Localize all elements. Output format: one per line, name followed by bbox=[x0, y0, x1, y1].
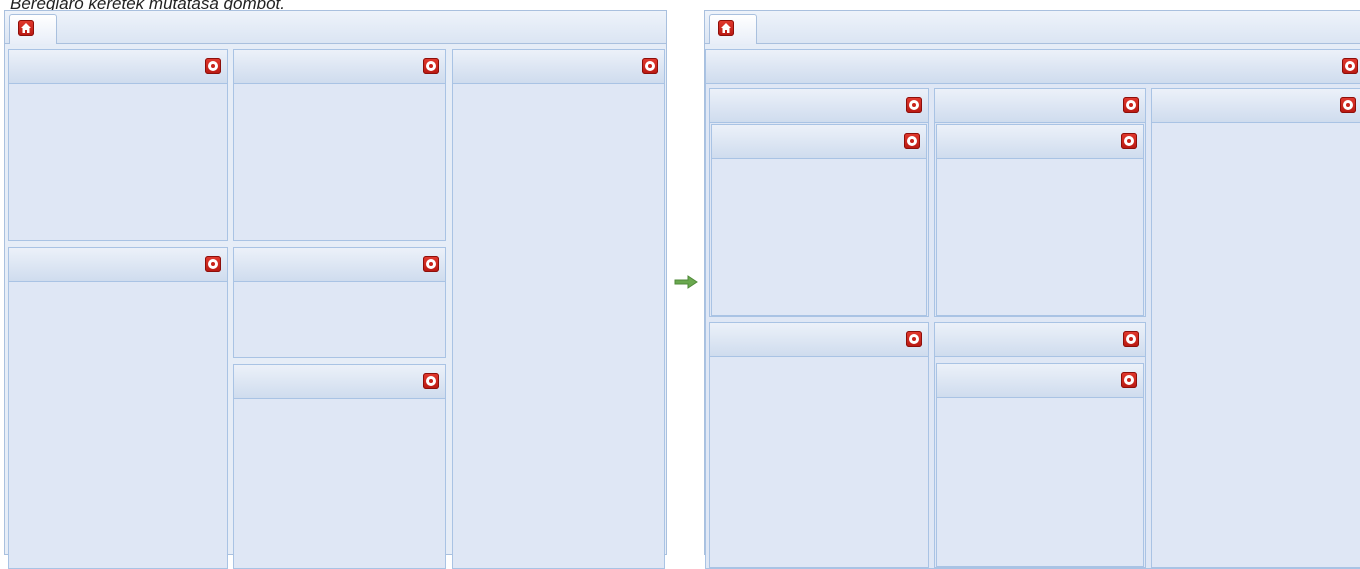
panel-container bbox=[709, 88, 929, 317]
panel-header[interactable] bbox=[9, 50, 227, 84]
tab-home[interactable] bbox=[9, 14, 57, 44]
gear-icon[interactable] bbox=[1123, 331, 1139, 347]
panel-header[interactable] bbox=[935, 89, 1145, 123]
gear-icon[interactable] bbox=[423, 58, 439, 74]
gear-icon[interactable] bbox=[423, 373, 439, 389]
panel-header[interactable] bbox=[706, 50, 1360, 84]
panel-header[interactable] bbox=[234, 365, 445, 399]
panel-canvas bbox=[705, 44, 1360, 569]
gear-icon[interactable] bbox=[205, 256, 221, 272]
tab-home[interactable] bbox=[709, 14, 757, 44]
panel-header[interactable] bbox=[710, 89, 928, 123]
panel-header[interactable] bbox=[710, 323, 928, 357]
panel bbox=[233, 247, 446, 358]
panel bbox=[8, 49, 228, 241]
gear-icon[interactable] bbox=[906, 331, 922, 347]
panel bbox=[1151, 88, 1360, 568]
gear-icon[interactable] bbox=[1121, 372, 1137, 388]
panel-header[interactable] bbox=[9, 248, 227, 282]
dashboard-before bbox=[4, 10, 667, 569]
gear-icon[interactable] bbox=[904, 133, 920, 149]
panel-header[interactable] bbox=[712, 125, 926, 159]
right-arrow-icon bbox=[674, 275, 698, 289]
gear-icon[interactable] bbox=[205, 58, 221, 74]
panel bbox=[711, 124, 927, 316]
panel bbox=[233, 364, 446, 569]
home-icon[interactable] bbox=[18, 20, 34, 36]
tab-bar bbox=[705, 11, 1360, 44]
panel-canvas bbox=[5, 44, 666, 569]
panel-container bbox=[934, 88, 1146, 317]
gear-icon[interactable] bbox=[1340, 97, 1356, 113]
panel bbox=[936, 363, 1144, 567]
panel-header[interactable] bbox=[453, 50, 664, 84]
dashboard-after bbox=[704, 10, 1360, 569]
panel-header[interactable] bbox=[937, 364, 1143, 398]
gear-icon[interactable] bbox=[642, 58, 658, 74]
panel-container bbox=[705, 49, 1360, 569]
panel bbox=[936, 124, 1144, 316]
panel-header[interactable] bbox=[1152, 89, 1360, 123]
tab-bar bbox=[5, 11, 666, 44]
panel bbox=[233, 49, 446, 241]
panel bbox=[452, 49, 665, 569]
panel-header[interactable] bbox=[234, 248, 445, 282]
gear-icon[interactable] bbox=[1123, 97, 1139, 113]
panel-header[interactable] bbox=[937, 125, 1143, 159]
panel bbox=[709, 322, 929, 568]
gear-icon[interactable] bbox=[906, 97, 922, 113]
gear-icon[interactable] bbox=[1342, 58, 1358, 74]
home-icon[interactable] bbox=[718, 20, 734, 36]
gear-icon[interactable] bbox=[423, 256, 439, 272]
gear-icon[interactable] bbox=[1121, 133, 1137, 149]
panel-header[interactable] bbox=[935, 323, 1145, 357]
panel-container bbox=[934, 322, 1146, 568]
panel-header[interactable] bbox=[234, 50, 445, 84]
panel bbox=[8, 247, 228, 569]
